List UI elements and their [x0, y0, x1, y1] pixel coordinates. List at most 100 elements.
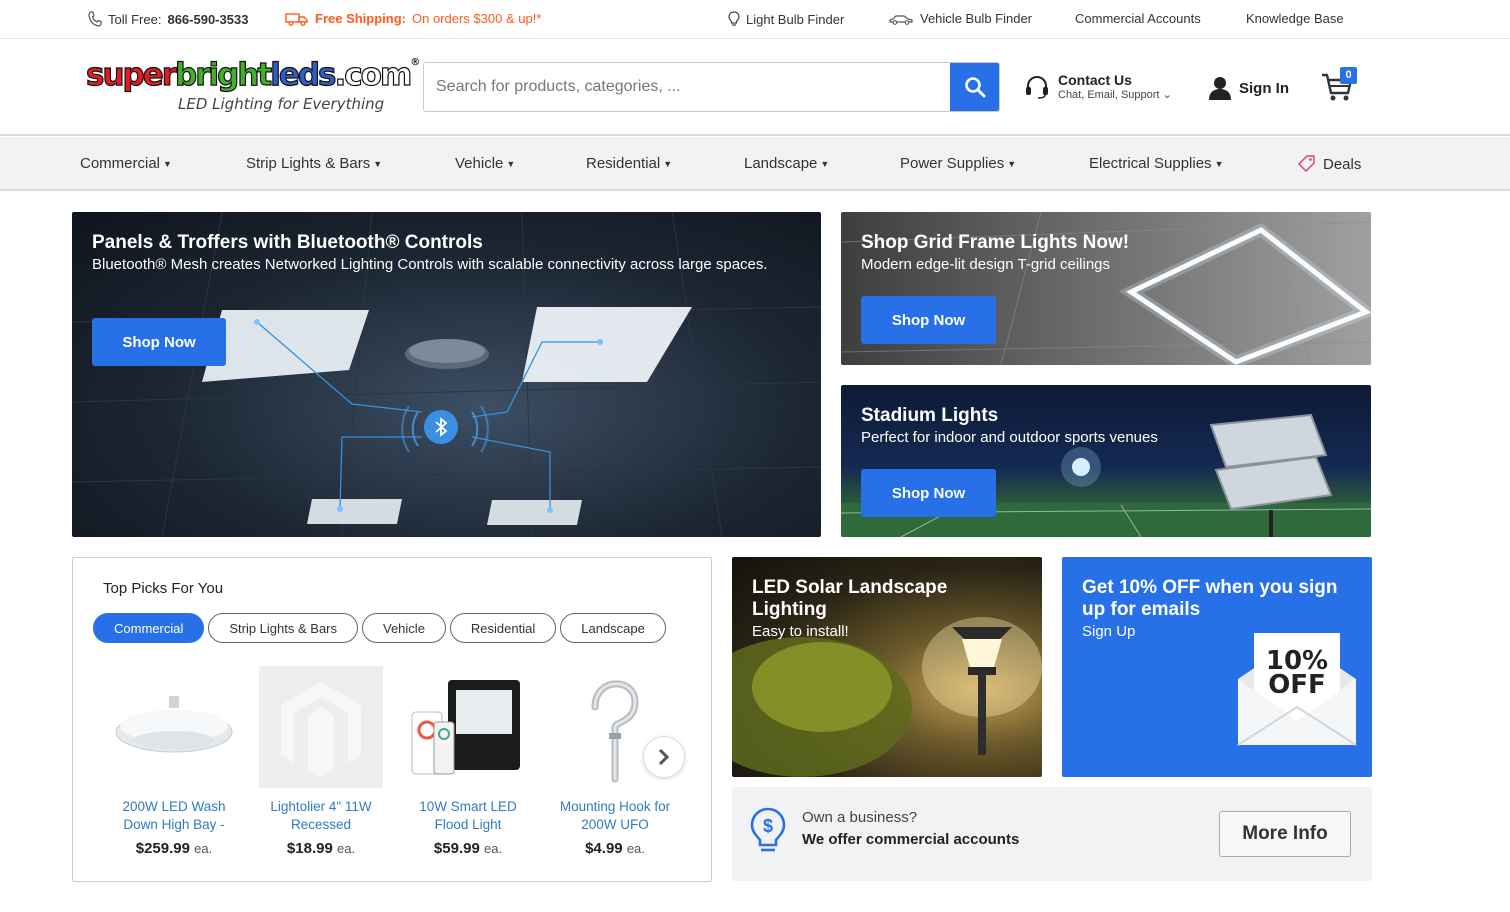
logo-part-leds: leds — [270, 56, 338, 93]
contact-us-title: Contact Us — [1058, 72, 1132, 88]
discount-badge: 10% OFF — [1232, 648, 1362, 700]
logo-part-super: super — [85, 56, 177, 93]
headset-icon — [1026, 75, 1048, 99]
tab-strip-lights[interactable]: Strip Lights & Bars — [208, 613, 358, 643]
chevron-down-icon: ▼ — [663, 158, 673, 169]
search-icon — [964, 77, 985, 98]
product-image-flood-light[interactable] — [406, 666, 530, 788]
nav-item-commercial[interactable]: Commercial ▼ — [80, 155, 172, 172]
panels-troffers-banner[interactable]: Panels & Troffers with Bluetooth® Contro… — [72, 212, 821, 537]
chevron-down-icon: ▼ — [373, 158, 383, 169]
bluetooth-icon — [424, 410, 458, 444]
tab-commercial[interactable]: Commercial — [93, 613, 205, 643]
grid-banner-text: Modern edge-lit design T-grid ceilings — [861, 256, 1111, 273]
free-shipping-text: On orders $300 & up!* — [412, 11, 542, 26]
cart-button[interactable]: 0 — [1320, 67, 1360, 109]
commercial-accounts-link[interactable]: Commercial Accounts — [1075, 11, 1201, 26]
stadium-shop-now-button[interactable]: Shop Now — [861, 469, 996, 517]
more-info-button[interactable]: More Info — [1219, 811, 1351, 857]
stadium-lights-banner[interactable]: Stadium Lights Perfect for indoor and ou… — [841, 385, 1371, 537]
nav-label: Electrical Supplies — [1089, 155, 1212, 172]
knowledge-base-link[interactable]: Knowledge Base — [1246, 11, 1344, 26]
product-price: $59.99 — [433, 840, 480, 857]
search-bar — [423, 62, 1000, 112]
tab-residential[interactable]: Residential — [449, 613, 557, 643]
tab-vehicle[interactable]: Vehicle — [362, 613, 446, 643]
business-question: Own a business? — [802, 809, 918, 826]
nav-item-electrical-supplies[interactable]: Electrical Supplies ▼ — [1089, 155, 1223, 172]
solar-banner-text: Easy to install! — [752, 623, 849, 640]
search-input[interactable] — [424, 63, 950, 111]
dollar-lightbulb-icon: $ — [750, 807, 786, 852]
light-bulb-finder-link[interactable]: Light Bulb Finder — [728, 11, 844, 27]
svg-text:$: $ — [763, 816, 773, 836]
product-card[interactable]: 10W Smart LED Flood Light $59.99 ea. — [403, 666, 533, 857]
search-button[interactable] — [950, 63, 999, 111]
logo-tagline: LED Lighting for Everything — [178, 95, 385, 113]
panels-banner-title: Panels & Troffers with Bluetooth® Contro… — [92, 232, 483, 253]
chevron-down-icon: ▼ — [1007, 158, 1017, 169]
solar-landscape-banner[interactable]: LED Solar Landscape Lighting Easy to ins… — [732, 557, 1042, 777]
product-card[interactable]: 200W LED Wash Down High Bay - $259.99 ea… — [109, 666, 239, 857]
user-icon — [1209, 77, 1231, 100]
product-name[interactable]: Lightolier 4" 11W Recessed — [256, 798, 386, 834]
free-shipping-promo[interactable]: Free Shipping: On orders $300 & up!* — [285, 11, 541, 26]
logo-part-bright: bright — [174, 56, 272, 93]
sign-in-link[interactable]: Sign In — [1207, 76, 1289, 100]
solar-banner-title: LED Solar Landscape Lighting — [752, 577, 948, 620]
toll-free-number: 866-590-3533 — [167, 11, 249, 27]
grid-frame-banner[interactable]: Shop Grid Frame Lights Now! Modern edge-… — [841, 212, 1371, 365]
product-card[interactable]: Lightolier 4" 11W Recessed $18.99 ea. — [256, 666, 386, 857]
site-header: superbrightleds.com® LED Lighting for Ev… — [0, 39, 1510, 136]
commercial-accounts-label: Commercial Accounts — [1075, 11, 1201, 26]
car-icon — [889, 14, 913, 25]
product-price: $18.99 — [286, 840, 333, 857]
toll-free-phone[interactable]: Toll Free: 866-590-3533 — [88, 11, 248, 27]
grid-shop-now-button[interactable]: Shop Now — [861, 296, 996, 344]
carousel-next-button[interactable] — [643, 736, 685, 778]
discount-badge-off: OFF — [1268, 670, 1326, 700]
product-unit: ea. — [626, 841, 645, 856]
product-name[interactable]: 10W Smart LED Flood Light — [403, 798, 533, 834]
chevron-right-icon — [658, 748, 670, 766]
email-signup-banner[interactable]: Get 10% OFF when you sign up for emails … — [1062, 557, 1372, 777]
email-banner-signup-link[interactable]: Sign Up — [1082, 621, 1135, 643]
chevron-down-icon: ▼ — [163, 158, 172, 169]
top-picks-tabs: Commercial Strip Lights & Bars Vehicle R… — [93, 613, 666, 643]
product-name[interactable]: Mounting Hook for 200W UFO — [550, 798, 680, 834]
product-image-placeholder[interactable] — [259, 666, 383, 788]
product-name[interactable]: 200W LED Wash Down High Bay - — [109, 798, 239, 834]
nav-item-residential[interactable]: Residential ▼ — [586, 155, 672, 172]
chevron-down-icon: ▼ — [506, 158, 516, 169]
chevron-down-icon: ▼ — [820, 158, 830, 169]
contact-us-menu[interactable]: Contact Us Chat, Email, Support ⌄ — [1024, 72, 1172, 101]
grid-banner-title: Shop Grid Frame Lights Now! — [861, 232, 1130, 253]
top-utility-bar: Toll Free: 866-590-3533 Free Shipping: O… — [0, 0, 1510, 39]
truck-icon — [285, 12, 308, 26]
panels-shop-now-button[interactable]: Shop Now — [92, 318, 226, 366]
vehicle-bulb-finder-link[interactable]: Vehicle Bulb Finder — [888, 11, 1032, 26]
email-banner-title: Get 10% OFF when you sign up for emails — [1082, 577, 1338, 620]
nav-item-power-supplies[interactable]: Power Supplies ▼ — [900, 155, 1016, 172]
free-shipping-label: Free Shipping: — [315, 11, 406, 26]
chevron-down-icon: ▼ — [1214, 158, 1224, 169]
cart-count-badge: 0 — [1340, 67, 1357, 84]
product-image-high-bay[interactable] — [112, 666, 236, 788]
business-statement: We offer commercial accounts — [802, 831, 1020, 848]
nav-item-vehicle[interactable]: Vehicle ▼ — [455, 155, 515, 172]
sign-in-label: Sign In — [1239, 79, 1289, 97]
nav-label: Deals — [1323, 155, 1362, 173]
top-picks-panel: Top Picks For You Commercial Strip Light… — [72, 557, 712, 882]
light-bulb-finder-label: Light Bulb Finder — [746, 11, 845, 27]
nav-label: Vehicle — [455, 155, 504, 172]
product-unit: ea. — [194, 841, 213, 856]
nav-item-deals[interactable]: Deals — [1298, 155, 1361, 173]
nav-item-strip-lights[interactable]: Strip Lights & Bars ▼ — [246, 155, 382, 172]
tab-landscape[interactable]: Landscape — [560, 613, 666, 643]
top-picks-title: Top Picks For You — [103, 580, 224, 597]
nav-item-landscape[interactable]: Landscape ▼ — [744, 155, 829, 172]
site-logo[interactable]: superbrightleds.com® LED Lighting for Ev… — [85, 56, 420, 117]
stadium-banner-title: Stadium Lights — [861, 405, 999, 426]
commercial-accounts-strip: $ Own a business? We offer commercial ac… — [732, 787, 1372, 881]
contact-us-subtitle: Chat, Email, Support — [1058, 89, 1160, 101]
